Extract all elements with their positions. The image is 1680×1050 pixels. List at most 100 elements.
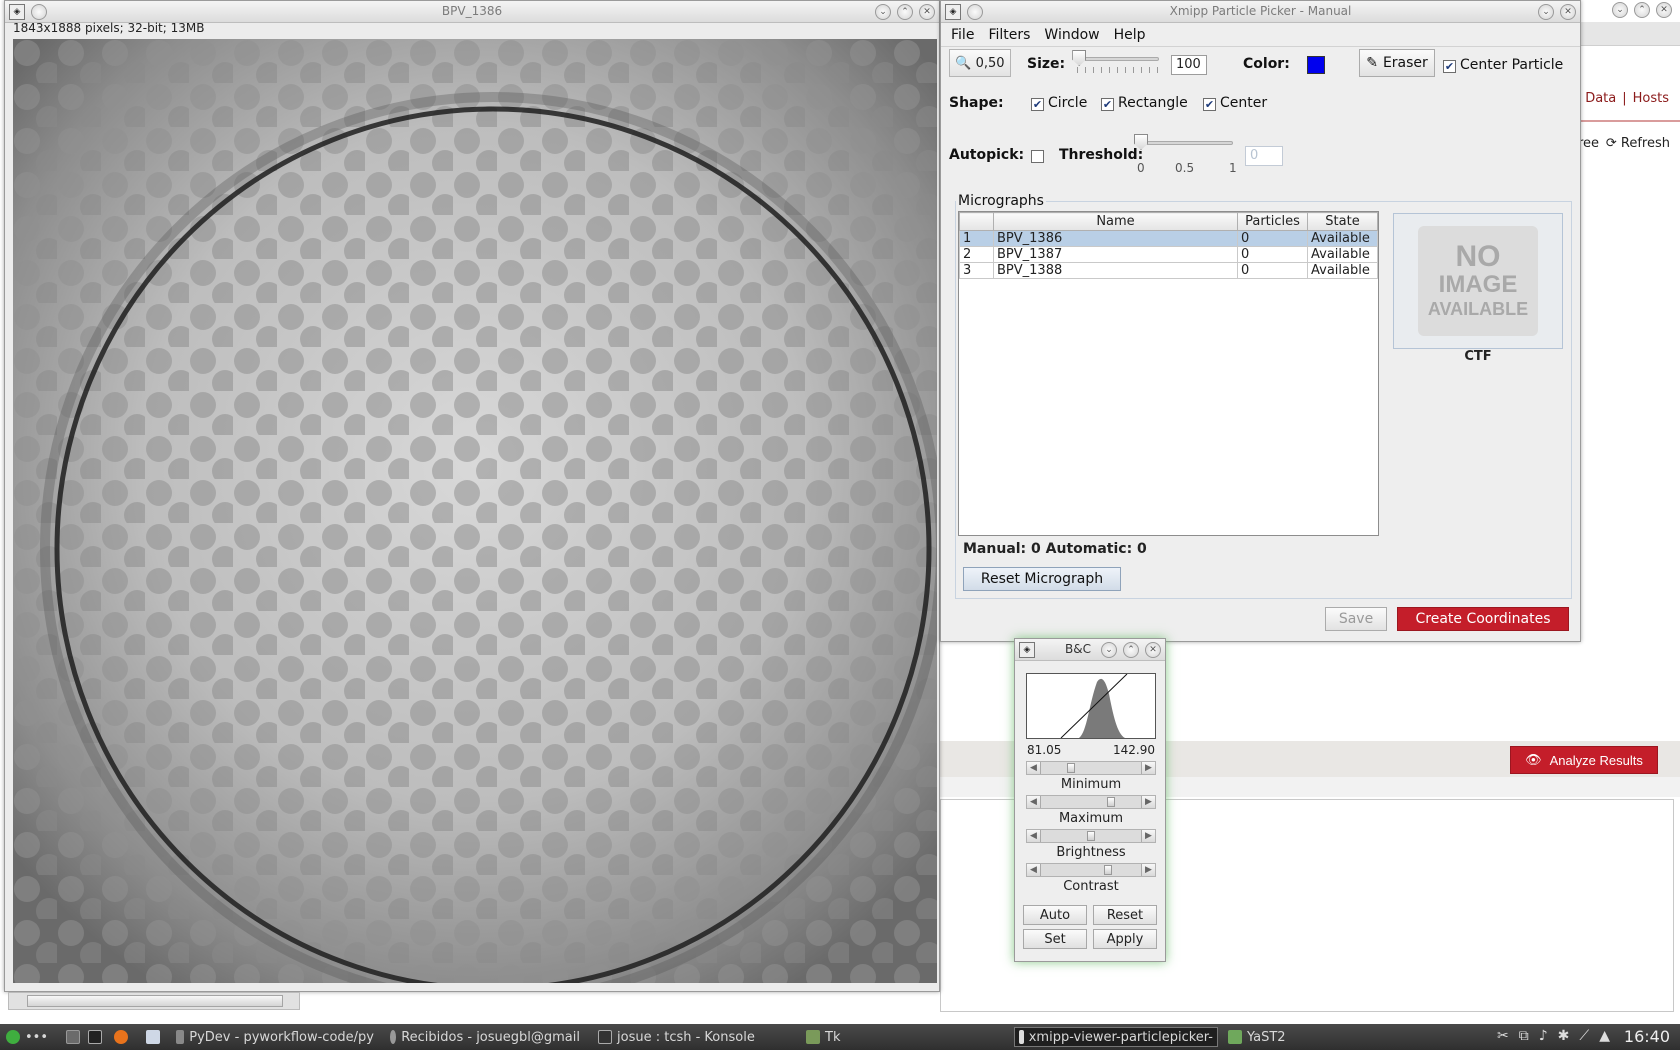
- reset-micrograph-button[interactable]: Reset Micrograph: [963, 567, 1121, 591]
- arrow-right-icon[interactable]: ▶: [1141, 864, 1155, 876]
- eraser-button[interactable]: ✎ Eraser: [1359, 49, 1435, 77]
- workspace-icon: [66, 1030, 80, 1044]
- minimize-icon[interactable]: ⌄: [875, 4, 891, 20]
- maximum-slider[interactable]: ◀ ▶: [1026, 795, 1156, 809]
- app-icon[interactable]: ◈: [1019, 642, 1035, 658]
- size-slider-thumb[interactable]: [1072, 50, 1087, 66]
- close-icon[interactable]: ✕: [1560, 4, 1576, 20]
- task-konsole[interactable]: josue : tcsh - Konsole: [598, 1027, 788, 1047]
- tools-icon[interactable]: ✂: [1497, 1028, 1509, 1044]
- analyze-results-label: Analyze Results: [1549, 752, 1643, 768]
- zoom-button[interactable]: 🔍 0,50: [949, 49, 1011, 77]
- column-header-name[interactable]: Name: [993, 212, 1238, 231]
- size-input[interactable]: 100: [1171, 55, 1207, 75]
- menu-help[interactable]: Help: [1114, 27, 1146, 43]
- menu-filters[interactable]: Filters: [988, 27, 1030, 43]
- arrow-right-icon[interactable]: ▶: [1141, 762, 1155, 774]
- table-header-row: Name Particles State: [959, 212, 1378, 231]
- micrograph-canvas[interactable]: [13, 39, 937, 983]
- brightness-slider[interactable]: ◀ ▶: [1026, 829, 1156, 843]
- menu-file[interactable]: File: [951, 27, 974, 43]
- arrow-right-icon[interactable]: ▶: [1141, 830, 1155, 842]
- bluetooth-icon[interactable]: ✱: [1558, 1028, 1570, 1044]
- arrow-left-icon[interactable]: ◀: [1027, 762, 1041, 774]
- start-menu-button[interactable]: •••: [6, 1027, 48, 1047]
- close-icon[interactable]: ✕: [919, 4, 935, 20]
- set-button[interactable]: Set: [1023, 929, 1087, 949]
- bc-titlebar[interactable]: ◈ B&C ⌄ ⌃ ✕: [1015, 639, 1165, 661]
- shape-center-checkbox[interactable]: ✔ Center: [1203, 95, 1267, 111]
- arrow-left-icon[interactable]: ◀: [1027, 864, 1041, 876]
- table-row[interactable]: 1 BPV_1386 0 Available: [959, 230, 1378, 247]
- task-label: Tk: [825, 1029, 841, 1045]
- brightness-slider-knob[interactable]: [1087, 831, 1095, 841]
- picker-titlebar[interactable]: ◈ Xmipp Particle Picker - Manual ⌄ ✕: [941, 1, 1580, 23]
- minimum-slider-knob[interactable]: [1066, 763, 1075, 773]
- save-button[interactable]: Save: [1325, 607, 1387, 631]
- apply-button[interactable]: Apply: [1093, 929, 1157, 949]
- scrollbar-thumb[interactable]: [27, 995, 283, 1007]
- arrow-left-icon[interactable]: ◀: [1027, 796, 1041, 808]
- contrast-slider-knob[interactable]: [1103, 865, 1112, 875]
- minimum-slider[interactable]: ◀ ▶: [1026, 761, 1156, 775]
- column-header-state[interactable]: State: [1307, 212, 1378, 231]
- minimize-icon[interactable]: ⌄: [1101, 642, 1117, 658]
- task-mail[interactable]: Recibidos - josuegbl@gmail: [390, 1027, 580, 1047]
- micrographs-table: Name Particles State 1 BPV_1386 0 Availa…: [958, 211, 1379, 536]
- firefox-launcher[interactable]: [114, 1027, 128, 1047]
- arrow-right-icon[interactable]: ▶: [1141, 796, 1155, 808]
- column-header-index[interactable]: [959, 212, 994, 231]
- menu-window[interactable]: Window: [1044, 27, 1099, 43]
- refresh-button[interactable]: ⟳ Refresh: [1606, 136, 1670, 151]
- yast-icon: [1228, 1030, 1242, 1044]
- threshold-label: Threshold:: [1059, 147, 1144, 163]
- maximize-icon[interactable]: ⌃: [1123, 642, 1139, 658]
- minimize-icon[interactable]: ⌄: [1538, 4, 1554, 20]
- nav-link-hosts[interactable]: Hosts: [1633, 91, 1669, 106]
- tree-toggle-label[interactable]: ree: [1578, 136, 1599, 151]
- task-pydev[interactable]: PyDev - pyworkflow-code/py: [176, 1027, 374, 1047]
- maximum-slider-knob[interactable]: [1107, 797, 1116, 807]
- nav-link-data[interactable]: Data: [1585, 91, 1616, 106]
- threshold-input[interactable]: 0: [1245, 146, 1283, 166]
- task-xmipp-viewer[interactable]: xmipp-viewer-particlepicker-: [1014, 1027, 1218, 1047]
- expand-tray-icon[interactable]: ▲: [1599, 1028, 1610, 1044]
- firefox-icon: [114, 1030, 128, 1044]
- maximize-icon[interactable]: ⌃: [1634, 2, 1650, 18]
- shape-rectangle-checkbox[interactable]: ✔ Rectangle: [1101, 95, 1188, 111]
- image-viewer-window: ◈ BPV_1386 ⌄ ⌃ ✕ 1843x1888 pixels; 32-bi…: [4, 0, 940, 992]
- table-row[interactable]: 3 BPV_1388 0 Available: [959, 262, 1378, 279]
- close-icon[interactable]: ✕: [1656, 2, 1672, 18]
- size-slider-track[interactable]: [1075, 57, 1159, 61]
- viewer-titlebar[interactable]: ◈ BPV_1386 ⌄ ⌃ ✕: [5, 1, 939, 23]
- ctf-image[interactable]: NO IMAGE AVAILABLE: [1393, 213, 1563, 349]
- clock[interactable]: 16:40: [1624, 1027, 1670, 1046]
- auto-button[interactable]: Auto: [1023, 905, 1087, 925]
- task-tk[interactable]: Tk: [806, 1027, 866, 1047]
- arrow-left-icon[interactable]: ◀: [1027, 830, 1041, 842]
- contrast-slider[interactable]: ◀ ▶: [1026, 863, 1156, 877]
- table-row[interactable]: 2 BPV_1387 0 Available: [959, 246, 1378, 263]
- terminal-launcher[interactable]: [88, 1027, 102, 1047]
- close-icon[interactable]: ✕: [1145, 642, 1161, 658]
- volume-icon[interactable]: ♪: [1539, 1028, 1548, 1044]
- network-icon[interactable]: ⟋: [1579, 1028, 1589, 1044]
- workspace-switcher[interactable]: [66, 1027, 80, 1047]
- analyze-results-button[interactable]: 👁 Analyze Results: [1510, 746, 1658, 774]
- autopick-checkbox[interactable]: ✔: [1031, 147, 1048, 163]
- files-launcher[interactable]: [146, 1027, 160, 1047]
- task-yast[interactable]: YaST2: [1228, 1027, 1318, 1047]
- threshold-slider-track[interactable]: [1141, 141, 1233, 145]
- shape-circle-checkbox[interactable]: ✔ Circle: [1031, 95, 1087, 111]
- clipboard-icon[interactable]: ⧉: [1519, 1028, 1529, 1044]
- viewer-horizontal-scrollbar[interactable]: [8, 992, 300, 1010]
- reset-button[interactable]: Reset: [1093, 905, 1157, 925]
- maximize-icon[interactable]: ⌃: [897, 4, 913, 20]
- column-header-particles[interactable]: Particles: [1237, 212, 1308, 231]
- minimize-icon[interactable]: ⌄: [1612, 2, 1628, 18]
- create-coordinates-button[interactable]: Create Coordinates: [1397, 607, 1569, 631]
- refresh-label: Refresh: [1620, 136, 1670, 151]
- color-swatch[interactable]: [1307, 56, 1325, 74]
- center-particle-checkbox[interactable]: ✔ Center Particle: [1443, 57, 1563, 73]
- system-tray: ✂ ⧉ ♪ ✱ ⟋ ▲: [1497, 1028, 1610, 1044]
